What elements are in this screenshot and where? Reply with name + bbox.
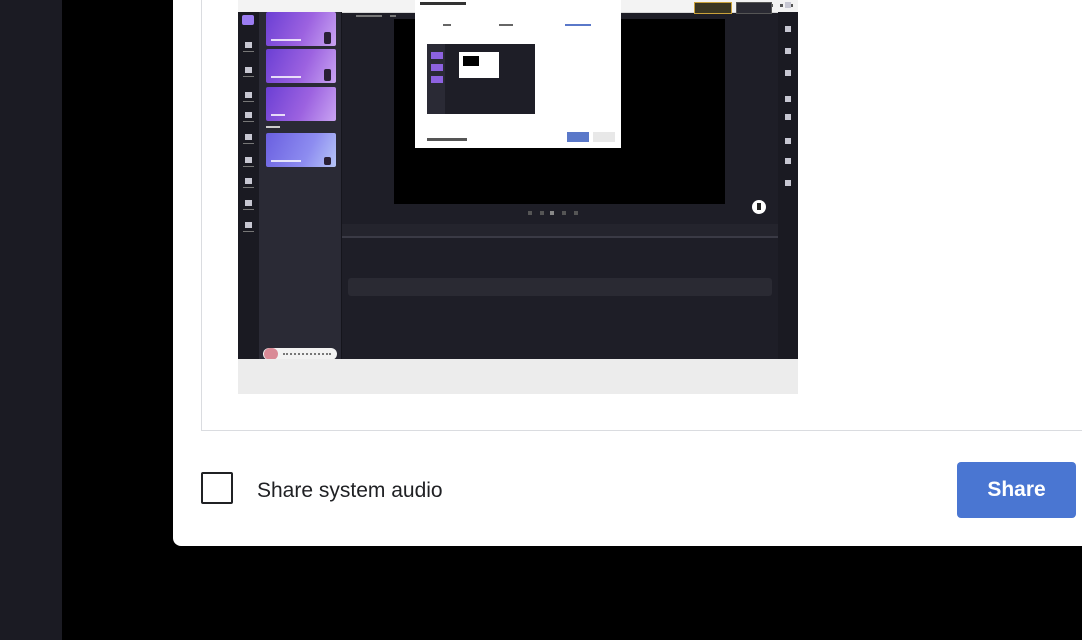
preview-nested-share-dialog — [415, 0, 621, 148]
preview-timeline-header — [342, 224, 778, 238]
preview-library-panel — [259, 12, 341, 359]
screen-share-dialog: Share system audio Share — [173, 0, 1082, 546]
preview-properties-rail — [778, 2, 798, 359]
preview-tools-rail — [238, 12, 259, 359]
app-sidebar — [0, 0, 62, 640]
share-system-audio-checkbox[interactable] — [201, 472, 233, 504]
share-preview-panel — [201, 0, 1082, 431]
share-button[interactable]: Share — [957, 462, 1076, 518]
preview-record-pill — [263, 348, 337, 359]
preview-help-icon — [752, 200, 766, 214]
preview-timeline — [342, 238, 778, 359]
preview-upgrade-badge — [694, 2, 732, 14]
tab-preview-thumbnail[interactable] — [238, 0, 798, 359]
share-system-audio-label[interactable]: Share system audio — [257, 479, 443, 503]
preview-export-button — [736, 2, 772, 14]
preview-playback-controls — [528, 211, 588, 215]
tab-preview-frame[interactable] — [238, 0, 798, 394]
preview-logo-icon — [242, 15, 254, 25]
